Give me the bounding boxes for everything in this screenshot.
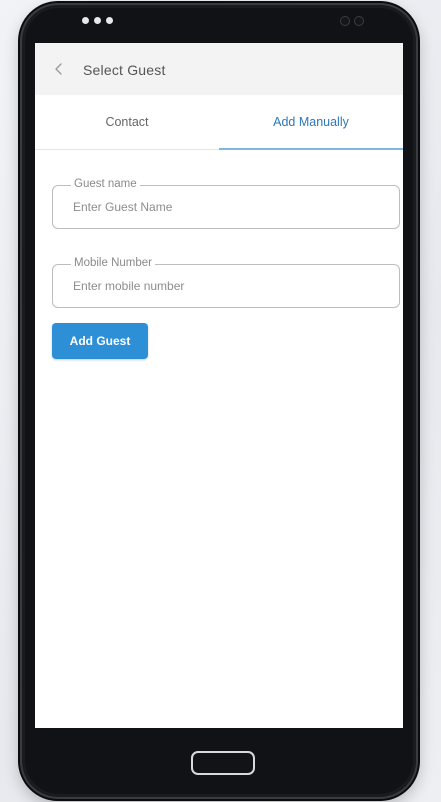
speaker-dot [94, 17, 101, 24]
sensor-icon [354, 16, 364, 26]
mobile-number-field: Mobile Number [52, 257, 400, 308]
back-button[interactable] [49, 59, 69, 79]
active-tab-indicator [219, 148, 403, 150]
camera-lenses [340, 16, 364, 26]
mobile-number-input[interactable] [53, 265, 399, 307]
phone-top-bar [20, 3, 418, 43]
speaker-dots [82, 17, 113, 24]
chevron-left-icon [55, 63, 62, 75]
tab-bar: Contact Add Manually [35, 95, 403, 150]
tab-contact[interactable]: Contact [35, 95, 219, 149]
phone-frame: Select Guest Contact Add Manually Guest … [20, 3, 418, 799]
guest-name-field: Guest name [52, 178, 400, 229]
tab-add-manually[interactable]: Add Manually [219, 95, 403, 149]
app-header: Select Guest [35, 43, 403, 95]
home-button[interactable] [191, 751, 255, 775]
page-title: Select Guest [83, 62, 166, 78]
guest-name-input[interactable] [53, 186, 399, 228]
phone-bottom-bar [20, 728, 418, 799]
app-screen: Select Guest Contact Add Manually Guest … [35, 43, 403, 728]
tab-label: Contact [105, 115, 149, 129]
speaker-dot [82, 17, 89, 24]
speaker-dot [106, 17, 113, 24]
tab-label: Add Manually [273, 115, 349, 129]
camera-icon [340, 16, 350, 26]
add-guest-button[interactable]: Add Guest [52, 323, 148, 359]
